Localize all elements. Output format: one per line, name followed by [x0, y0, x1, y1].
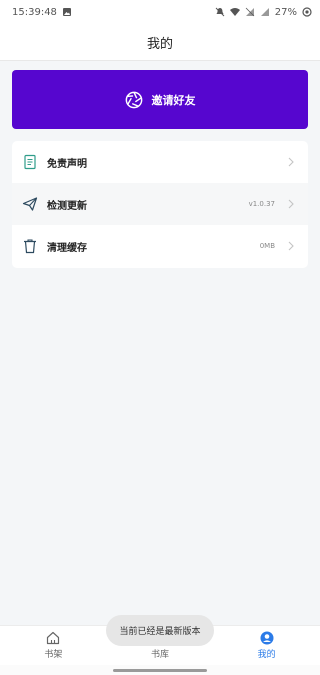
settings-menu: 免责声明 检测更新 v1.0.37 清理缓存 0MB [12, 141, 308, 268]
tab-profile[interactable]: 我的 [213, 626, 320, 665]
tab-label: 书库 [151, 650, 170, 660]
chevron-right-icon [288, 199, 294, 209]
page-header: 我的 [0, 24, 320, 60]
version-value: v1.0.37 [248, 200, 275, 208]
cache-size-value: 0MB [259, 242, 275, 250]
chevron-right-icon [288, 241, 294, 251]
trash-icon [22, 238, 38, 254]
menu-item-disclaimer[interactable]: 免责声明 [12, 141, 308, 183]
tab-label: 我的 [257, 650, 276, 660]
menu-item-label: 检测更新 [47, 200, 87, 212]
wifi-icon [229, 8, 240, 16]
invite-label: 邀请好友 [151, 93, 196, 107]
aperture-icon [125, 91, 142, 108]
invite-friends-button[interactable]: 邀请好友 [12, 70, 308, 129]
profile-icon [260, 631, 274, 645]
chevron-right-icon [288, 157, 294, 167]
data-saver-icon [302, 7, 312, 17]
page-title: 我的 [146, 36, 173, 52]
home-gesture-bar[interactable] [113, 669, 207, 672]
home-icon [47, 631, 60, 645]
image-icon [62, 8, 71, 16]
menu-item-check-update[interactable]: 检测更新 v1.0.37 [12, 183, 308, 225]
menu-item-clear-cache[interactable]: 清理缓存 0MB [12, 225, 308, 267]
menu-item-label: 清理缓存 [47, 242, 87, 254]
notifications-off-icon [215, 7, 225, 17]
tab-bookshelf[interactable]: 书架 [0, 626, 107, 665]
send-icon [22, 196, 38, 212]
battery-percent: 27% [274, 6, 297, 18]
menu-item-label: 免责声明 [47, 158, 87, 170]
status-bar: 15:39:48 27% [0, 0, 320, 24]
signal-icon [245, 7, 255, 17]
tab-label: 书架 [44, 650, 63, 660]
document-icon [22, 154, 38, 170]
toast-message: 当前已经是最新版本 [106, 615, 214, 646]
signal-icon [260, 8, 269, 16]
status-time: 15:39:48 [12, 6, 57, 18]
divider [0, 60, 320, 61]
toast-text: 当前已经是最新版本 [119, 627, 201, 637]
